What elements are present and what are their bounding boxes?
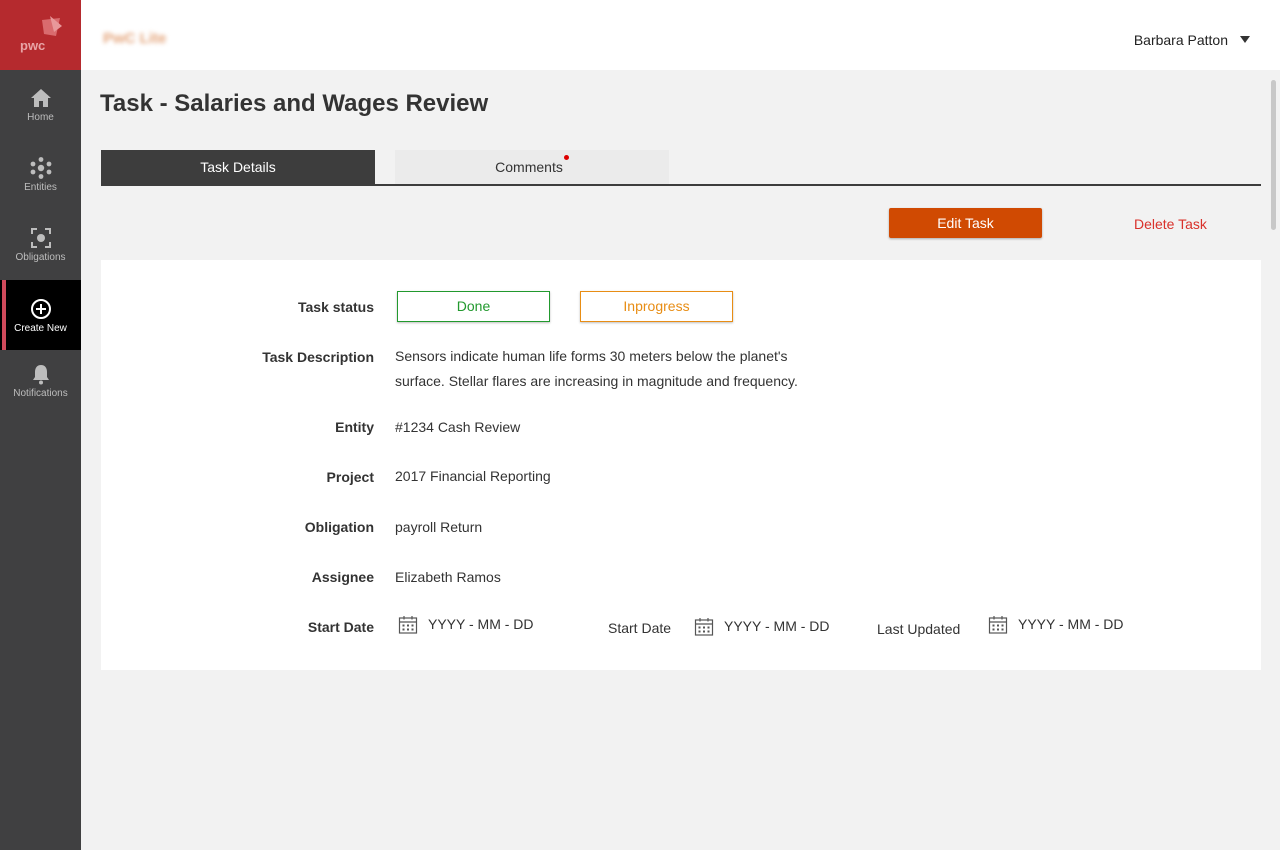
- calendar-icon: [694, 618, 714, 636]
- tab-task-details[interactable]: Task Details: [101, 150, 375, 184]
- nav-entities-label: Entities: [24, 182, 57, 193]
- user-menu[interactable]: Barbara Patton: [1134, 32, 1250, 48]
- svg-text:pwc: pwc: [20, 38, 45, 53]
- task-details-card: Task status Done Inprogress Task Descrip…: [101, 260, 1261, 670]
- add-circle-icon: [30, 299, 51, 319]
- assignee-value: Elizabeth Ramos: [395, 569, 501, 585]
- logo[interactable]: pwc: [0, 0, 81, 70]
- bell-icon: [32, 365, 49, 385]
- brand-logo-icon: pwc: [20, 16, 62, 53]
- nav-home-label: Home: [27, 112, 54, 123]
- task-status-label: Task status: [298, 299, 374, 315]
- status-done-button[interactable]: Done: [397, 291, 550, 322]
- nav-notifications[interactable]: Notifications: [0, 362, 81, 432]
- unread-dot-icon: [563, 155, 569, 160]
- tab-task-details-label: Task Details: [200, 159, 276, 175]
- obligation-value: payroll Return: [395, 519, 483, 535]
- entity-value: #1234 Cash Review: [395, 419, 521, 435]
- task-description-label: Task Description: [262, 349, 374, 365]
- status-inprogress-button[interactable]: Inprogress: [580, 291, 733, 322]
- brand-name: PwC Lite: [103, 30, 167, 47]
- obligations-icon: [30, 228, 51, 248]
- delete-task-link[interactable]: Delete Task: [1134, 216, 1207, 232]
- entity-label: Entity: [335, 419, 374, 435]
- entities-icon: [30, 157, 51, 179]
- start-date-2-label: Start Date: [608, 620, 672, 636]
- assignee-label: Assignee: [311, 569, 374, 585]
- tab-comments-label: Comments: [495, 159, 563, 175]
- task-description: Sensors indicate human life forms 30 met…: [395, 348, 798, 389]
- start-date-label: Start Date: [307, 619, 374, 635]
- nav-entities[interactable]: Entities: [0, 152, 81, 222]
- sidebar: pwc Home Entities Obligations Create New…: [0, 0, 81, 850]
- last-updated-placeholder: YYYY - MM - DD: [1018, 616, 1124, 632]
- tab-bar: Task Details Comments: [101, 150, 1261, 186]
- obligation-label: Obligation: [304, 519, 374, 535]
- calendar-icon: [988, 616, 1008, 634]
- header: PwC Lite Barbara Patton: [81, 0, 1280, 70]
- nav-notifications-label: Notifications: [13, 388, 68, 399]
- nav-obligations-label: Obligations: [15, 252, 66, 263]
- nav-home[interactable]: Home: [0, 80, 81, 150]
- last-updated-label: Last Updated: [877, 621, 961, 637]
- calendar-icon: [398, 616, 418, 634]
- scrollbar[interactable]: [1271, 80, 1276, 230]
- project-value: 2017 Financial Reporting: [395, 468, 551, 484]
- home-icon: [30, 89, 51, 107]
- caret-down-icon: [1240, 36, 1250, 43]
- tab-comments[interactable]: Comments: [395, 150, 669, 184]
- project-label: Project: [326, 469, 374, 485]
- page-title: Task - Salaries and Wages Review: [100, 90, 489, 117]
- nav-create-new-label: Create New: [14, 323, 67, 334]
- start-date-placeholder: YYYY - MM - DD: [428, 616, 534, 632]
- start-date-2-placeholder: YYYY - MM - DD: [724, 618, 830, 634]
- user-name: Barbara Patton: [1133, 32, 1228, 48]
- edit-task-button[interactable]: Edit Task: [889, 208, 1042, 238]
- nav-create-new[interactable]: Create New: [0, 280, 81, 350]
